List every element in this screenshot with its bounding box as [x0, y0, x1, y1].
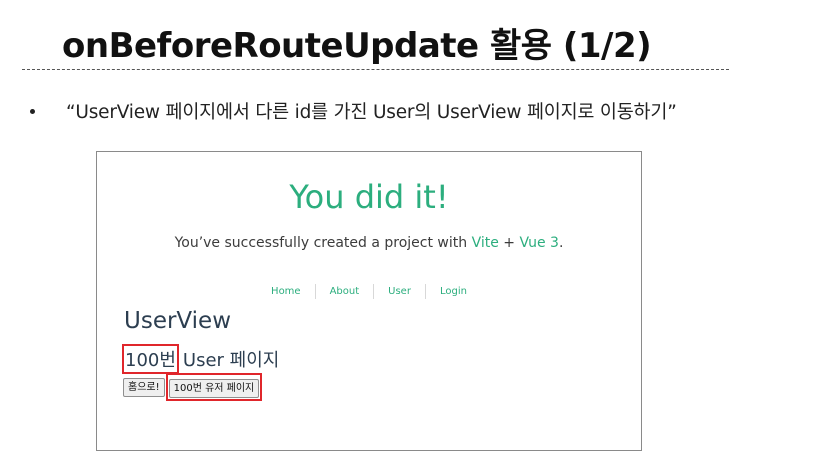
- app-screenshot: You did it! You’ve successfully created …: [96, 151, 642, 451]
- vue-link[interactable]: Vue 3: [519, 235, 558, 251]
- bullet-text: “UserView 페이지에서 다른 id를 가진 User의 UserView…: [66, 102, 677, 123]
- subheading-end: .: [558, 235, 564, 251]
- user-100-button[interactable]: 100번 유저 페이지: [168, 379, 260, 398]
- user-page-heading: 100번 User 페이지: [122, 344, 279, 374]
- view-title: UserView: [124, 308, 232, 334]
- bullet-icon: [30, 108, 35, 114]
- subheading-text: You’ve successfully created a project wi…: [174, 235, 472, 251]
- main-nav: Home About User Login: [97, 284, 641, 299]
- app-heading: You did it!: [289, 178, 449, 216]
- user-page-label: User 페이지: [182, 350, 280, 371]
- subheading-plus: +: [498, 235, 520, 251]
- title-divider: [22, 69, 729, 70]
- nav-link-about[interactable]: About: [314, 284, 374, 299]
- nav-link-login[interactable]: Login: [424, 284, 481, 299]
- vite-link[interactable]: Vite: [472, 235, 499, 251]
- nav-link-user[interactable]: User: [373, 284, 425, 299]
- user-button-highlight: 100번 유저 페이지: [165, 373, 263, 401]
- nav-link-home[interactable]: Home: [257, 284, 315, 299]
- user-id-highlight: 100번: [122, 344, 179, 374]
- home-button[interactable]: 홈으로!: [123, 377, 165, 397]
- bullet-point: “UserView 페이지에서 다른 id를 가진 User의 UserView…: [30, 98, 677, 124]
- app-subheading: You’ve successfully created a project wi…: [97, 235, 641, 251]
- button-row: 홈으로! 100번 유저 페이지: [123, 373, 263, 401]
- slide-title: onBeforeRouteUpdate 활용 (1/2): [62, 26, 652, 66]
